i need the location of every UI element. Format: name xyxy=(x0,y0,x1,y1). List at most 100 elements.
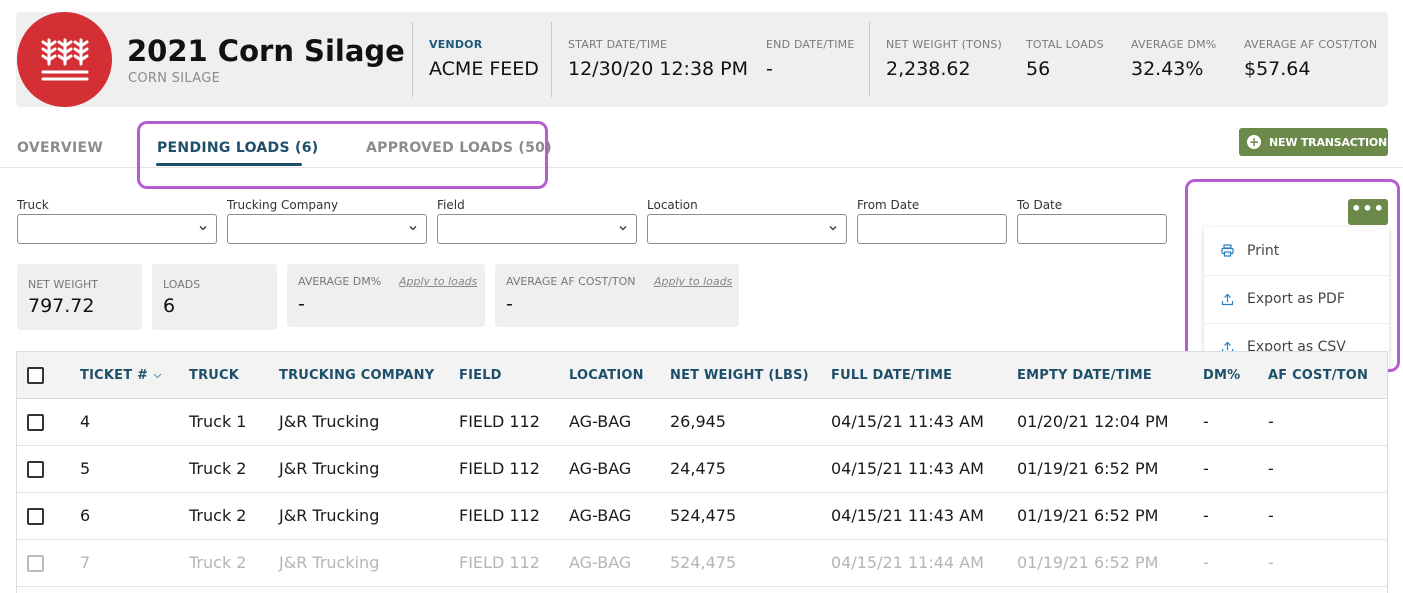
chevron-down-icon xyxy=(409,226,417,231)
table-row[interactable]: 7 Truck 2 J&R Trucking FIELD 112 AG-BAG … xyxy=(17,540,1387,587)
filter-truck-label: Truck xyxy=(17,198,49,212)
row-checkbox[interactable] xyxy=(27,555,44,572)
cell-ticket: 7 xyxy=(80,553,91,572)
cell-field: FIELD 112 xyxy=(459,506,540,525)
apply-to-loads-link[interactable]: Apply to loads xyxy=(654,275,732,288)
chevron-down-icon xyxy=(199,226,207,231)
summary-label: LOADS xyxy=(163,278,201,291)
cell-af-cost: - xyxy=(1268,459,1274,478)
filter-from-date-label: From Date xyxy=(857,198,920,212)
stat-vendor: VENDOR ACME FEED xyxy=(429,38,539,80)
cell-ticket: 5 xyxy=(80,459,91,478)
cell-dm: - xyxy=(1203,553,1209,572)
plus-icon: + xyxy=(1247,135,1261,149)
column-header-af-cost[interactable]: AF COST/TON xyxy=(1268,368,1368,383)
filter-from-date-input[interactable] xyxy=(857,214,1007,244)
summary-average-af-cost: AVERAGE AF COST/TON Apply to loads - xyxy=(495,264,739,327)
column-header-location[interactable]: LOCATION xyxy=(569,368,644,383)
filter-location-select[interactable] xyxy=(647,214,847,244)
cell-truck: Truck 2 xyxy=(189,459,247,478)
new-transaction-button[interactable]: + NEW TRANSACTION xyxy=(1239,128,1388,156)
row-checkbox[interactable] xyxy=(27,508,44,525)
page-title: 2021 Corn Silage xyxy=(127,34,405,68)
cell-net-weight: 26,945 xyxy=(670,412,726,431)
summary-value: - xyxy=(298,293,305,315)
new-transaction-label: NEW TRANSACTION xyxy=(1269,135,1388,149)
column-header-full-date[interactable]: FULL DATE/TIME xyxy=(831,368,952,383)
summary-average-dm: AVERAGE DM% Apply to loads - xyxy=(287,264,485,327)
cell-truck: Truck 1 xyxy=(189,412,247,431)
filter-to-date-input[interactable] xyxy=(1017,214,1167,244)
stat-label: AVERAGE AF COST/TON xyxy=(1244,38,1378,51)
cell-empty-date: 01/20/21 12:04 PM xyxy=(1017,412,1169,431)
cell-location: AG-BAG xyxy=(569,412,632,431)
cell-location: AG-BAG xyxy=(569,553,632,572)
cell-ticket: 4 xyxy=(80,412,91,431)
cell-trucking-company: J&R Trucking xyxy=(279,459,380,478)
header-divider xyxy=(412,22,413,97)
column-header-field[interactable]: FIELD xyxy=(459,368,502,383)
cell-dm: - xyxy=(1203,506,1209,525)
stat-start-date: START DATE/TIME 12/30/20 12:38 PM xyxy=(568,38,748,80)
column-header-net-weight[interactable]: NET WEIGHT (LBS) xyxy=(670,368,809,383)
filter-trucking-company-select[interactable] xyxy=(227,214,427,244)
column-header-dm[interactable]: DM% xyxy=(1203,368,1240,383)
tabs-highlight-outline xyxy=(137,121,548,189)
row-checkbox[interactable] xyxy=(27,414,44,431)
summary-value: - xyxy=(506,293,513,315)
page-subtitle: CORN SILAGE xyxy=(128,71,221,86)
sort-chevron-icon[interactable] xyxy=(153,371,162,380)
cell-location: AG-BAG xyxy=(569,506,632,525)
cell-truck: Truck 2 xyxy=(189,506,247,525)
stat-net-weight: NET WEIGHT (TONS) 2,238.62 xyxy=(886,38,1002,80)
cell-af-cost: - xyxy=(1268,553,1274,572)
cell-field: FIELD 112 xyxy=(459,553,540,572)
column-header-truck[interactable]: TRUCK xyxy=(189,368,239,383)
stat-label: TOTAL LOADS xyxy=(1026,38,1104,51)
cell-af-cost: - xyxy=(1268,412,1274,431)
cell-full-date: 04/15/21 11:43 AM xyxy=(831,506,984,525)
column-header-trucking-company[interactable]: TRUCKING COMPANY xyxy=(279,368,434,383)
stat-value: ACME FEED xyxy=(429,58,539,80)
column-header-ticket[interactable]: TICKET # xyxy=(80,368,148,383)
tab-overview[interactable]: OVERVIEW xyxy=(17,140,103,156)
cell-af-cost: - xyxy=(1268,506,1274,525)
stat-end-date: END DATE/TIME - xyxy=(766,38,854,80)
header-divider xyxy=(551,22,552,97)
cell-full-date: 04/15/21 11:43 AM xyxy=(831,412,984,431)
cell-net-weight: 524,475 xyxy=(670,553,737,572)
stat-label: VENDOR xyxy=(429,38,483,51)
stat-label: NET WEIGHT (TONS) xyxy=(886,38,1003,51)
chevron-down-icon xyxy=(619,226,627,231)
table-row[interactable]: 6 Truck 2 J&R Trucking FIELD 112 AG-BAG … xyxy=(17,493,1387,540)
row-checkbox[interactable] xyxy=(27,461,44,478)
chevron-down-icon xyxy=(829,226,837,231)
stat-average-dm: AVERAGE DM% 32.43% xyxy=(1131,38,1216,80)
cell-field: FIELD 112 xyxy=(459,459,540,478)
cell-trucking-company: J&R Trucking xyxy=(279,506,380,525)
menu-highlight-outline xyxy=(1185,179,1400,372)
filter-to-date-label: To Date xyxy=(1017,198,1063,212)
stat-label: END DATE/TIME xyxy=(766,38,855,51)
stat-label: START DATE/TIME xyxy=(568,38,668,51)
cell-full-date: 04/15/21 11:44 AM xyxy=(831,553,984,572)
cell-trucking-company: J&R Trucking xyxy=(279,412,380,431)
summary-loads: LOADS 6 xyxy=(152,264,277,330)
filter-truck-select[interactable] xyxy=(17,214,217,244)
table-row[interactable]: 5 Truck 2 J&R Trucking FIELD 112 AG-BAG … xyxy=(17,446,1387,493)
stat-value: 32.43% xyxy=(1131,58,1204,80)
cell-field: FIELD 112 xyxy=(459,412,540,431)
cell-dm: - xyxy=(1203,412,1209,431)
filter-location-label: Location xyxy=(647,198,698,212)
apply-to-loads-link[interactable]: Apply to loads xyxy=(399,275,477,288)
column-header-empty-date[interactable]: EMPTY DATE/TIME xyxy=(1017,368,1152,383)
cell-dm: - xyxy=(1203,459,1209,478)
summary-label: AVERAGE DM% xyxy=(298,275,382,288)
select-all-checkbox[interactable] xyxy=(27,367,44,384)
loads-table: TICKET # TRUCK TRUCKING COMPANY FIELD LO… xyxy=(16,351,1388,593)
stat-total-loads: TOTAL LOADS 56 xyxy=(1026,38,1104,80)
filter-field-label: Field xyxy=(437,198,465,212)
table-row[interactable]: 4 Truck 1 J&R Trucking FIELD 112 AG-BAG … xyxy=(17,399,1387,446)
cell-location: AG-BAG xyxy=(569,459,632,478)
filter-field-select[interactable] xyxy=(437,214,637,244)
